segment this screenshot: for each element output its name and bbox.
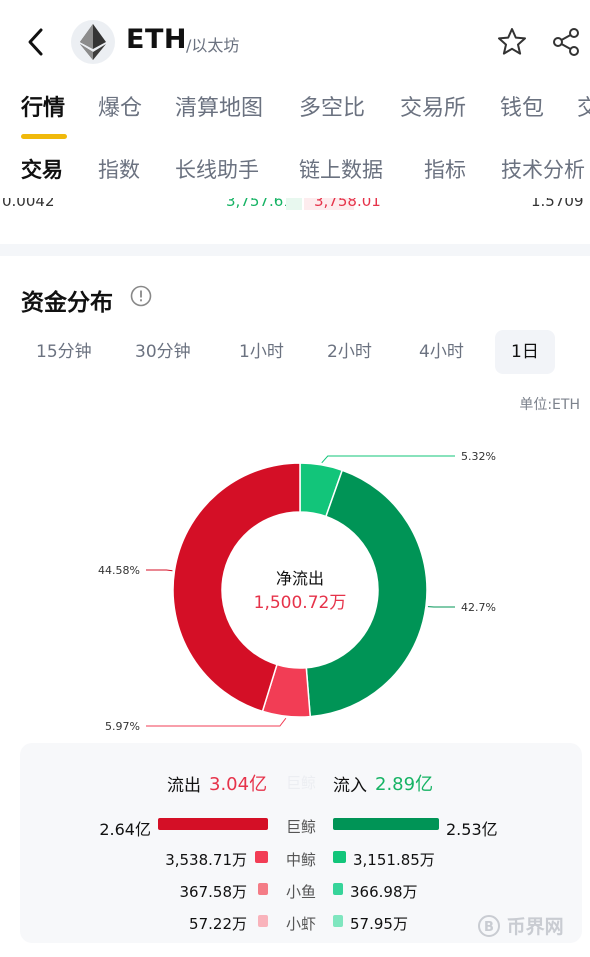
info-icon	[130, 285, 152, 307]
slice-label-1: 42.7%	[461, 601, 496, 614]
tab-liquidation-map[interactable]: 清算地图	[175, 90, 263, 122]
outflow-total: 3.04亿	[209, 774, 268, 795]
timeframe-4h[interactable]: 4小时	[405, 330, 478, 374]
slice-label-0: 5.32%	[461, 450, 496, 463]
center-label: 净流出	[276, 569, 324, 588]
tab-tech-analysis[interactable]: 技术分析	[501, 154, 585, 184]
small-fish-out-bar	[258, 883, 268, 895]
favorite-button[interactable]	[496, 26, 528, 58]
tab-exchanges[interactable]: 交易所	[400, 90, 466, 122]
tab-index[interactable]: 指数	[98, 154, 140, 184]
shrimp-out-bar	[258, 915, 268, 927]
leader-line-3	[146, 569, 173, 572]
peek-bid: 3,757.61	[226, 198, 293, 210]
inflow-total: 2.89亿	[375, 774, 434, 795]
shrimp-out-value: 57.22万	[189, 915, 247, 933]
eth-logo	[71, 20, 115, 64]
center-value: 1,500.72万	[254, 593, 347, 613]
tab-long-term[interactable]: 长线助手	[175, 154, 259, 184]
share-button[interactable]	[550, 26, 582, 58]
mid-whale-out-bar	[255, 851, 268, 863]
whale-in-bar	[333, 818, 439, 830]
bid-depth-bar	[286, 198, 302, 210]
star-icon	[498, 28, 526, 55]
whale-out-bar	[158, 818, 268, 830]
tab-overflow[interactable]: 交	[577, 90, 590, 122]
small-fish-in-bar	[333, 883, 343, 895]
watermark-text: 币界网	[506, 916, 564, 938]
mid-whale-in-value: 3,151.85万	[353, 851, 435, 869]
timeframe-1h[interactable]: 1小时	[225, 330, 298, 374]
faint-label: 巨鲸	[286, 774, 317, 792]
shrimp-in-value: 57.95万	[350, 915, 408, 933]
mid-whale-in-bar	[333, 851, 346, 863]
small-fish-label: 小鱼	[286, 883, 317, 901]
ethereum-icon	[80, 24, 106, 60]
tab-indicators[interactable]: 指标	[424, 154, 466, 184]
whale-in-value: 2.53亿	[446, 820, 498, 839]
tab-long-short[interactable]: 多空比	[299, 90, 365, 122]
timeframe-15m[interactable]: 15分钟	[22, 330, 106, 374]
slice-label-2: 5.97%	[105, 720, 140, 730]
tab-trading[interactable]: 交易	[21, 154, 63, 184]
info-button[interactable]	[130, 285, 152, 307]
share-icon	[553, 28, 579, 56]
tab-onchain[interactable]: 链上数据	[299, 154, 383, 184]
leader-line-0	[321, 455, 455, 464]
inflow-label: 流入	[333, 776, 367, 796]
small-fish-out-value: 367.58万	[179, 883, 248, 901]
whale-label: 巨鲸	[286, 818, 317, 836]
small-fish-in-value: 366.98万	[350, 883, 418, 901]
tab-wallet[interactable]: 钱包	[500, 90, 544, 122]
outflow-label: 流出	[167, 776, 201, 796]
shrimp-in-bar	[333, 915, 343, 927]
active-tab-indicator	[21, 134, 67, 139]
timeframe-1d[interactable]: 1日	[495, 330, 555, 374]
secondary-tabs: 交易 指数 长线助手 链上数据 指标 技术分析	[0, 154, 590, 190]
section-title: 资金分布	[21, 290, 113, 316]
shrimp-label: 小虾	[286, 915, 317, 933]
timeframe-2h[interactable]: 2小时	[313, 330, 386, 374]
peek-left-value: 0.0042	[2, 198, 55, 210]
mid-whale-label: 中鲸	[286, 851, 317, 869]
tab-market[interactable]: 行情	[21, 90, 65, 122]
unit-label: 单位:ETH	[519, 397, 580, 413]
slice-label-3: 44.58%	[98, 564, 140, 577]
section-divider	[0, 244, 590, 256]
watermark: B 币界网	[478, 912, 564, 939]
whale-out-value: 2.64亿	[99, 820, 151, 839]
orderbook-peek-row: 0.0042 3,757.61 3,758.01 1.5709	[0, 198, 590, 218]
mid-whale-out-value: 3,538.71万	[165, 851, 247, 869]
chevron-left-icon	[28, 28, 43, 56]
peek-ask: 3,758.01	[314, 198, 381, 210]
svg-text:B: B	[484, 920, 494, 935]
coin-name: /以太坊	[186, 36, 240, 55]
back-button[interactable]	[22, 26, 50, 58]
peek-right-value: 1.5709	[531, 198, 584, 210]
timeframe-30m[interactable]: 30分钟	[121, 330, 205, 374]
leader-line-2	[146, 717, 287, 727]
primary-tabs: 行情 爆仓 清算地图 多空比 交易所 钱包 交	[0, 90, 590, 140]
watermark-logo-icon: B	[478, 915, 500, 937]
fund-donut-chart: 5.32% 42.7% 5.97% 44.58% 净流出 1,500.72万	[98, 450, 496, 730]
symbol-title: ETH	[126, 24, 187, 55]
tab-liquidation[interactable]: 爆仓	[98, 90, 142, 122]
